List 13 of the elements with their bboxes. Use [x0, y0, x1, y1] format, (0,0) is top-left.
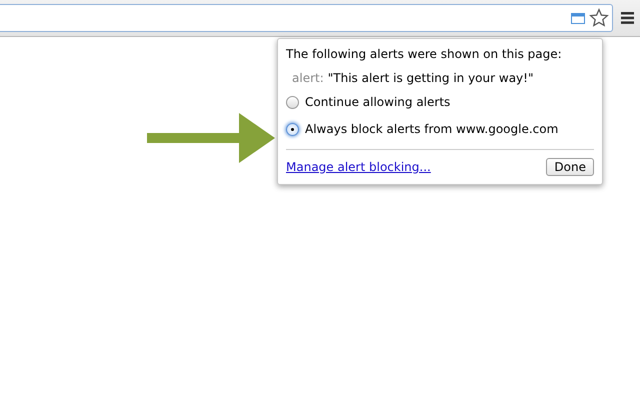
arrow-icon [147, 113, 275, 163]
radio-button[interactable] [286, 122, 299, 136]
manage-link[interactable]: Manage alert blocking... [286, 160, 431, 174]
radio-option[interactable]: Continue allowing alerts [286, 95, 594, 109]
star-icon[interactable] [589, 8, 609, 28]
alert-message: "This alert is getting in your way!" [328, 71, 534, 85]
window-icon[interactable] [571, 12, 585, 24]
radio-option[interactable]: Always block alerts from www.google.com [286, 122, 594, 136]
done-button[interactable]: Done [546, 158, 594, 176]
menu-icon[interactable] [621, 12, 634, 24]
radio-button[interactable] [286, 96, 299, 108]
alert-label: alert: [292, 71, 324, 85]
popup-heading: The following alerts were shown on this page: [286, 47, 563, 61]
